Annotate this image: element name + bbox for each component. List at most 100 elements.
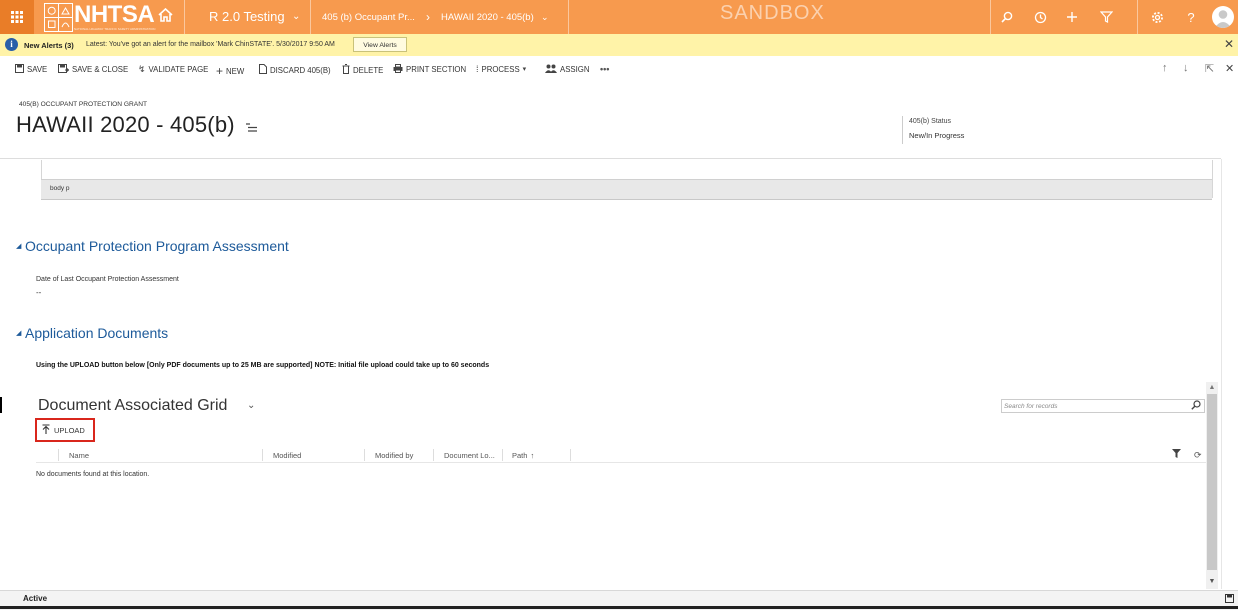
arrow-down-icon[interactable]: ↓ bbox=[1183, 62, 1189, 74]
delete-label: DELETE bbox=[353, 65, 384, 75]
form-selector-icon[interactable] bbox=[246, 123, 258, 134]
page-title: HAWAII 2020 - 405(b) bbox=[16, 112, 235, 137]
help-icon[interactable]: ? bbox=[1183, 9, 1199, 25]
column-header-path[interactable]: Path ↑ bbox=[512, 451, 534, 460]
filter-icon[interactable] bbox=[1172, 449, 1181, 460]
assign-label: ASSIGN bbox=[560, 65, 590, 74]
editor-element-path[interactable]: body p bbox=[50, 185, 70, 192]
column-separator bbox=[364, 449, 365, 461]
collapse-icon[interactable]: ◢ bbox=[16, 329, 21, 337]
column-separator bbox=[570, 449, 571, 461]
new-button[interactable]: + NEW bbox=[216, 64, 244, 78]
sandbox-watermark: SANDBOX bbox=[720, 2, 825, 24]
discard-button[interactable]: DISCARD 405(B) bbox=[259, 64, 331, 76]
cursor-marker bbox=[0, 397, 2, 413]
grid-title[interactable]: Document Associated Grid bbox=[38, 397, 227, 415]
chevron-down-icon[interactable]: ⌄ bbox=[247, 400, 255, 411]
add-icon[interactable] bbox=[1064, 9, 1080, 25]
save-icon bbox=[15, 64, 24, 75]
avatar[interactable] bbox=[1212, 6, 1234, 28]
column-header-modified-by[interactable]: Modified by bbox=[375, 451, 413, 460]
app-name[interactable]: R 2.0 Testing bbox=[209, 9, 285, 24]
save-icon[interactable] bbox=[1225, 594, 1234, 605]
upload-button[interactable]: UPLOAD bbox=[35, 418, 95, 442]
divider bbox=[36, 462, 1206, 463]
top-navigation-bar bbox=[0, 0, 1238, 34]
close-icon[interactable]: ✕ bbox=[1224, 37, 1234, 51]
divider bbox=[184, 0, 185, 34]
discard-label: DISCARD 405(B) bbox=[270, 65, 331, 75]
record-status: Active bbox=[23, 594, 48, 603]
plus-icon: + bbox=[216, 64, 224, 78]
print-icon bbox=[393, 64, 403, 75]
more-commands-button[interactable]: ••• bbox=[600, 64, 609, 74]
upload-icon bbox=[42, 424, 50, 436]
breadcrumb-entity[interactable]: 405 (b) Occupant Pr... bbox=[322, 12, 415, 23]
column-separator bbox=[262, 449, 263, 461]
assign-button[interactable]: ASSIGN bbox=[545, 64, 589, 75]
save-close-label: SAVE & CLOSE bbox=[72, 65, 129, 74]
delete-button[interactable]: DELETE bbox=[342, 64, 383, 76]
column-header-name[interactable]: Name bbox=[69, 451, 89, 460]
app-launcher-icon[interactable] bbox=[0, 0, 34, 34]
rich-text-editor-status-bar bbox=[41, 179, 1212, 200]
collapse-icon[interactable]: ◢ bbox=[16, 242, 21, 250]
scroll-down-arrow-icon[interactable]: ▼ bbox=[1206, 576, 1218, 588]
entity-label: 405(B) OCCUPANT PROTECTION GRANT bbox=[19, 101, 147, 108]
search-icon[interactable] bbox=[999, 9, 1015, 25]
view-alerts-button[interactable]: View Alerts bbox=[353, 37, 407, 52]
column-header-modified[interactable]: Modified bbox=[273, 451, 301, 460]
breadcrumb-record[interactable]: HAWAII 2020 - 405(b) bbox=[441, 12, 534, 23]
validate-label: VALIDATE PAGE bbox=[148, 65, 209, 74]
history-icon[interactable] bbox=[1032, 9, 1048, 25]
info-icon: i bbox=[5, 38, 18, 51]
search-icon[interactable] bbox=[1191, 400, 1201, 412]
new-label: NEW bbox=[226, 66, 245, 76]
divider bbox=[1212, 160, 1213, 198]
close-icon[interactable]: ✕ bbox=[1225, 62, 1234, 75]
process-button[interactable]: ⁞ PROCESS ▾ bbox=[476, 64, 526, 74]
divider bbox=[0, 158, 1221, 159]
divider bbox=[902, 116, 903, 144]
divider bbox=[1137, 0, 1138, 34]
field-value[interactable]: -- bbox=[36, 288, 41, 297]
save-and-close-button[interactable]: SAVE & CLOSE bbox=[58, 64, 128, 75]
arrow-up-icon[interactable]: ↑ bbox=[1162, 62, 1168, 74]
chevron-down-icon[interactable]: ⌄ bbox=[541, 12, 549, 23]
nhtsa-logo-emblem bbox=[44, 3, 73, 32]
divider bbox=[1221, 159, 1222, 589]
chevron-down-icon: ▾ bbox=[522, 66, 527, 73]
divider bbox=[568, 0, 569, 34]
chevron-down-icon[interactable]: ⌄ bbox=[292, 11, 300, 22]
refresh-icon[interactable]: ⟳ bbox=[1194, 450, 1202, 461]
save-close-icon bbox=[58, 64, 70, 75]
logo-subtext: NATIONAL HIGHWAY TRAFFIC SAFETY ADMINIST… bbox=[74, 27, 156, 31]
scroll-up-arrow-icon[interactable]: ▲ bbox=[1206, 382, 1218, 394]
validate-page-button[interactable]: ↯ VALIDATE PAGE bbox=[138, 64, 208, 75]
column-separator bbox=[502, 449, 503, 461]
home-icon[interactable] bbox=[158, 7, 173, 24]
document-icon bbox=[259, 64, 267, 76]
print-section-button[interactable]: PRINT SECTION bbox=[393, 64, 466, 75]
status-value: New/In Progress bbox=[909, 131, 965, 140]
section-title-assessment[interactable]: Occupant Protection Program Assessment bbox=[25, 238, 289, 254]
nhtsa-logo[interactable]: NHTSA bbox=[74, 2, 155, 28]
column-header-path-label: Path bbox=[512, 451, 528, 460]
empty-grid-message: No documents found at this location. bbox=[36, 471, 150, 478]
column-header-document-location[interactable]: Document Lo... bbox=[444, 451, 495, 460]
section-title-documents[interactable]: Application Documents bbox=[25, 325, 168, 341]
alert-message: Latest: You've got an alert for the mail… bbox=[86, 41, 335, 48]
assign-users-icon bbox=[545, 64, 557, 75]
scrollbar-thumb[interactable] bbox=[1207, 394, 1217, 570]
save-button[interactable]: SAVE bbox=[15, 64, 47, 75]
column-separator bbox=[433, 449, 434, 461]
field-label: Date of Last Occupant Protection Assessm… bbox=[36, 276, 179, 283]
gear-icon[interactable] bbox=[1149, 9, 1165, 25]
process-icon: ⁞ bbox=[476, 64, 479, 74]
validate-icon: ↯ bbox=[138, 64, 146, 74]
alert-title[interactable]: New Alerts (3) bbox=[24, 41, 74, 50]
status-label: 405(b) Status bbox=[909, 118, 952, 125]
filter-icon[interactable] bbox=[1098, 9, 1114, 25]
expand-icon[interactable]: ⇱ bbox=[1205, 62, 1214, 75]
trash-icon bbox=[342, 64, 350, 76]
